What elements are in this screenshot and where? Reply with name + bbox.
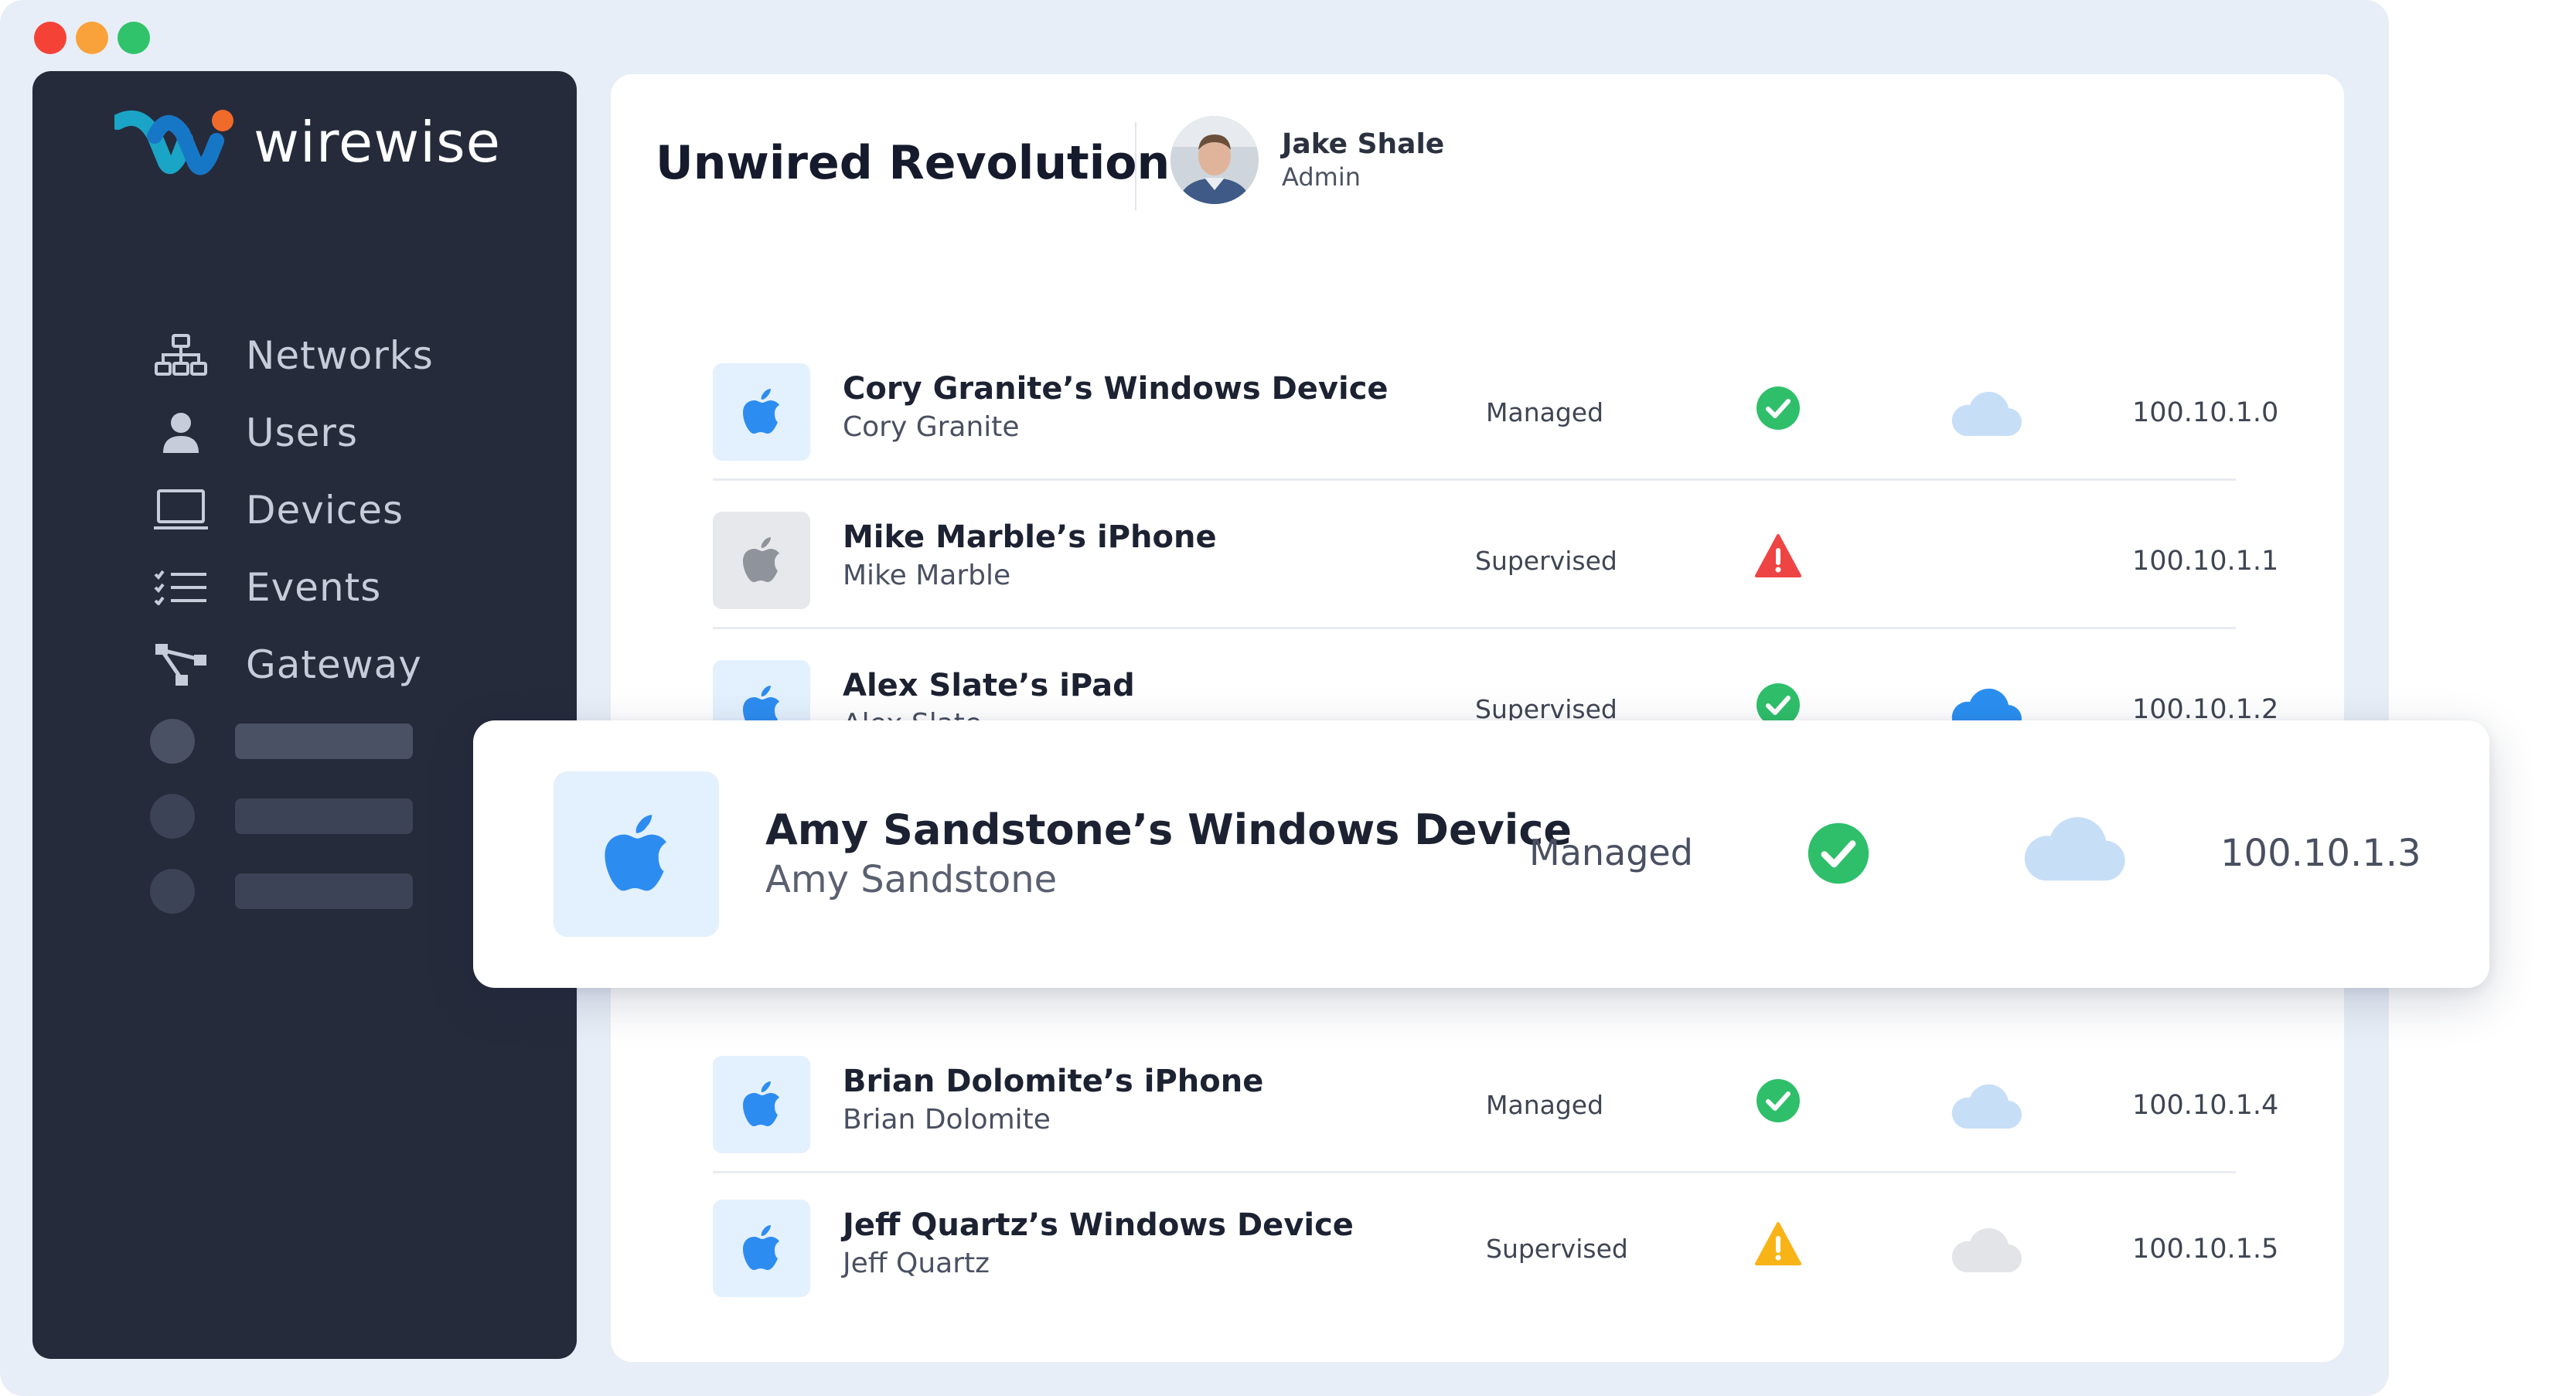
maximize-window-button[interactable]: [118, 22, 150, 54]
error-triangle-icon: [1755, 534, 1801, 577]
device-icon-box: [713, 1200, 810, 1297]
device-icon-box: [713, 1056, 810, 1153]
highlighted-device-card[interactable]: Amy Sandstone’s Windows Device Amy Sands…: [473, 720, 2489, 988]
sidebar-item-label: Users: [246, 410, 359, 455]
wirewise-logo-icon: [114, 110, 233, 175]
close-window-button[interactable]: [34, 22, 66, 54]
management-type: Supervised: [1475, 546, 1617, 576]
header-divider: [1135, 122, 1136, 210]
device-icon-box: [554, 771, 719, 937]
ip-address: 100.10.1.1: [2132, 546, 2279, 577]
sidebar-nav: Networks Users Devices Events Gateway: [150, 317, 434, 928]
check-circle-icon: [1757, 1079, 1800, 1122]
apple-icon: [743, 537, 779, 582]
placeholder-icon: [150, 793, 195, 839]
device-name[interactable]: Amy Sandstone’s Windows Device: [765, 805, 1572, 854]
ip-address: 100.10.1.0: [2132, 397, 2279, 428]
warning-triangle-icon: [1755, 1222, 1801, 1265]
device-owner: Mike Marble: [843, 560, 1011, 591]
sidebar-item-events[interactable]: Events: [150, 549, 434, 626]
gateway-icon: [150, 642, 212, 688]
placeholder-label: [235, 723, 413, 759]
device-name[interactable]: Jeff Quartz’s Windows Device: [843, 1207, 1354, 1243]
device-owner: Cory Granite: [843, 411, 1020, 443]
placeholder-label: [235, 798, 413, 834]
avatar[interactable]: [1170, 116, 1259, 204]
page-title: Unwired Revolution: [656, 136, 1170, 190]
sidebar-item-devices[interactable]: Devices: [150, 472, 434, 549]
cloud-icon: [1951, 391, 2022, 437]
check-circle-icon: [1757, 386, 1800, 430]
device-icon-box: [713, 363, 810, 461]
device-name[interactable]: Brian Dolomite’s iPhone: [843, 1064, 1263, 1099]
placeholder-icon: [150, 868, 195, 914]
sidebar-item-users[interactable]: Users: [150, 394, 434, 472]
sidebar-item-label: Devices: [246, 488, 404, 533]
management-type: Managed: [1486, 397, 1604, 427]
sidebar-item-gateway[interactable]: Gateway: [150, 626, 434, 703]
device-owner: Amy Sandstone: [765, 858, 1058, 901]
management-type: Managed: [1529, 832, 1693, 873]
management-type: Managed: [1486, 1090, 1604, 1120]
list-icon: [150, 564, 212, 611]
device-name[interactable]: Mike Marble’s iPhone: [843, 519, 1217, 555]
brand-logo[interactable]: wirewise: [114, 105, 501, 179]
sidebar-item-label: Gateway: [246, 642, 422, 687]
device-name[interactable]: Alex Slate’s iPad: [843, 668, 1135, 703]
device-owner: Brian Dolomite: [843, 1104, 1051, 1136]
table-row[interactable]: Mike Marble’s iPhone Mike Marble Supervi…: [713, 478, 2278, 629]
cloud-icon: [1951, 1084, 2022, 1129]
device-icon-box: [713, 512, 810, 609]
ip-address: 100.10.1.3: [2220, 832, 2421, 875]
minimize-window-button[interactable]: [76, 22, 108, 54]
sidebar-item-networks[interactable]: Networks: [150, 317, 434, 394]
sidebar-item-label: Events: [246, 565, 382, 610]
table-row[interactable]: Jeff Quartz’s Windows Device Jeff Quartz…: [713, 1166, 2278, 1317]
main-panel: Unwired Revolution Jake Shale Admin Cory…: [611, 74, 2344, 1362]
placeholder-label: [235, 873, 413, 909]
ip-address: 100.10.1.5: [2132, 1234, 2279, 1265]
sidebar-placeholder-item: [32, 778, 434, 853]
user-role: Admin: [1282, 162, 1361, 192]
sidebar: wirewise Networks Users Devices Events G…: [32, 71, 577, 1359]
brand-name: wirewise: [254, 110, 501, 175]
device-owner: Jeff Quartz: [843, 1248, 990, 1279]
sidebar-placeholder-item: [32, 703, 434, 778]
management-type: Supervised: [1486, 1234, 1628, 1264]
sidebar-placeholder-item: [32, 853, 434, 928]
user-name: Jake Shale: [1282, 128, 1445, 160]
cloud-icon: [2024, 817, 2125, 881]
apple-icon: [743, 389, 779, 434]
apple-icon: [605, 815, 666, 891]
apple-icon: [743, 1225, 779, 1270]
user-photo-icon: [1170, 116, 1259, 204]
window-controls: [34, 22, 150, 54]
table-row[interactable]: Cory Granite’s Windows Device Cory Grani…: [713, 329, 2278, 481]
placeholder-icon: [150, 718, 195, 764]
apple-icon: [743, 1081, 779, 1126]
cloud-icon: [1951, 1227, 2022, 1273]
app-window: wirewise Networks Users Devices Events G…: [0, 0, 2389, 1396]
ip-address: 100.10.1.4: [2132, 1090, 2279, 1121]
check-circle-icon: [1808, 822, 1869, 884]
user-icon: [150, 410, 212, 456]
table-row[interactable]: Brian Dolomite’s iPhone Brian Dolomite M…: [713, 1022, 2278, 1173]
network-icon: [150, 332, 212, 379]
device-name[interactable]: Cory Granite’s Windows Device: [843, 371, 1389, 407]
laptop-icon: [150, 487, 212, 533]
sidebar-item-label: Networks: [246, 333, 434, 378]
